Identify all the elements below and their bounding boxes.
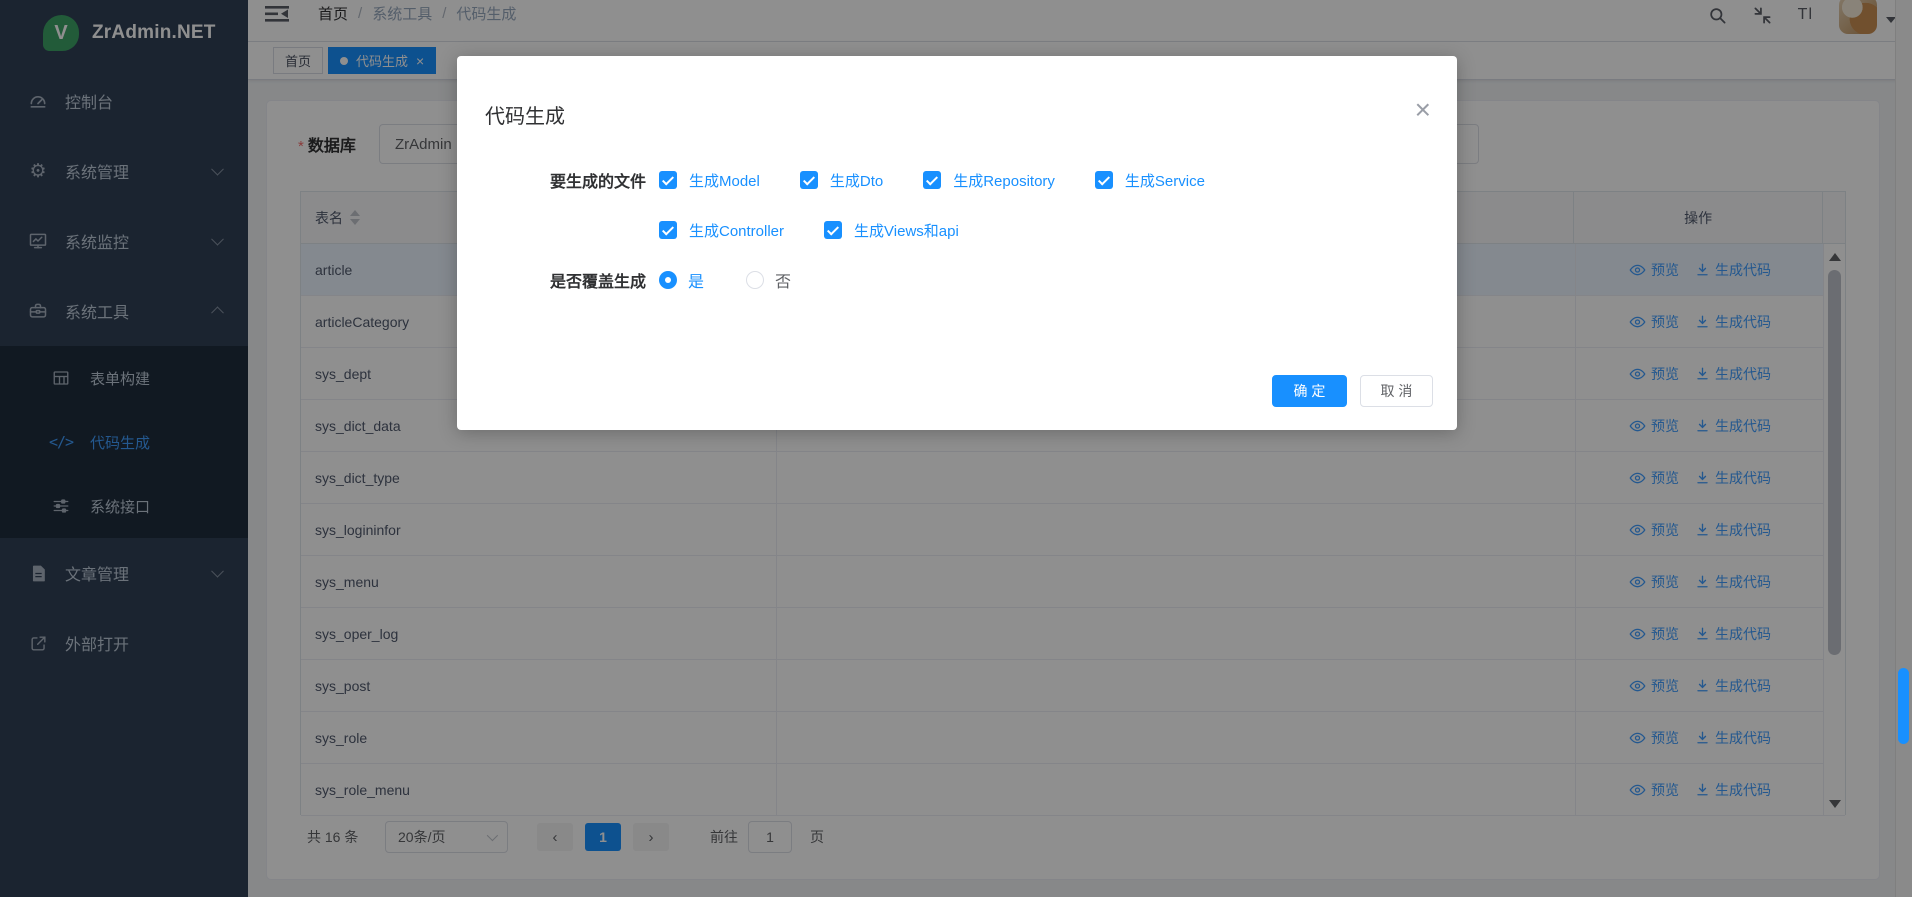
checkbox-checked-icon <box>923 171 941 189</box>
app-root: V ZrAdmin.NET 控制台 ⚙ 系统管理 系统监控 <box>0 0 1912 897</box>
radio-unselected-icon <box>746 271 764 289</box>
files-row-2: 生成Controller 生成Views和api <box>457 212 999 248</box>
dialog-close-icon[interactable]: × <box>1415 96 1431 124</box>
checkbox-gen-views-api[interactable]: 生成Views和api <box>824 220 959 241</box>
checkbox-gen-repository[interactable]: 生成Repository <box>923 170 1055 191</box>
overwrite-row: 是否覆盖生成 是 否 <box>457 262 833 298</box>
checkbox-gen-dto[interactable]: 生成Dto <box>800 170 883 191</box>
radio-overwrite-no[interactable]: 否 <box>746 268 791 292</box>
page-scrollbar-thumb[interactable] <box>1898 668 1909 744</box>
checkbox-checked-icon <box>659 221 677 239</box>
dialog-title: 代码生成 <box>485 100 565 129</box>
overwrite-label: 是否覆盖生成 <box>457 268 646 292</box>
radio-selected-icon <box>659 271 677 289</box>
checkbox-checked-icon <box>659 171 677 189</box>
radio-overwrite-yes[interactable]: 是 <box>659 268 704 292</box>
checkbox-checked-icon <box>1095 171 1113 189</box>
checkbox-checked-icon <box>824 221 842 239</box>
confirm-button[interactable]: 确 定 <box>1272 375 1347 407</box>
cancel-button[interactable]: 取 消 <box>1360 375 1433 407</box>
files-label: 要生成的文件 <box>457 168 646 192</box>
checkbox-gen-model[interactable]: 生成Model <box>659 170 760 191</box>
checkbox-gen-controller[interactable]: 生成Controller <box>659 220 784 241</box>
checkbox-checked-icon <box>800 171 818 189</box>
checkbox-gen-service[interactable]: 生成Service <box>1095 170 1205 191</box>
code-generate-dialog: 代码生成 × 要生成的文件 生成Model 生成Dto 生成Repository… <box>457 56 1457 430</box>
files-row-1: 要生成的文件 生成Model 生成Dto 生成Repository 生成Serv… <box>457 162 1245 198</box>
dialog-footer: 确 定 取 消 <box>1272 375 1433 407</box>
